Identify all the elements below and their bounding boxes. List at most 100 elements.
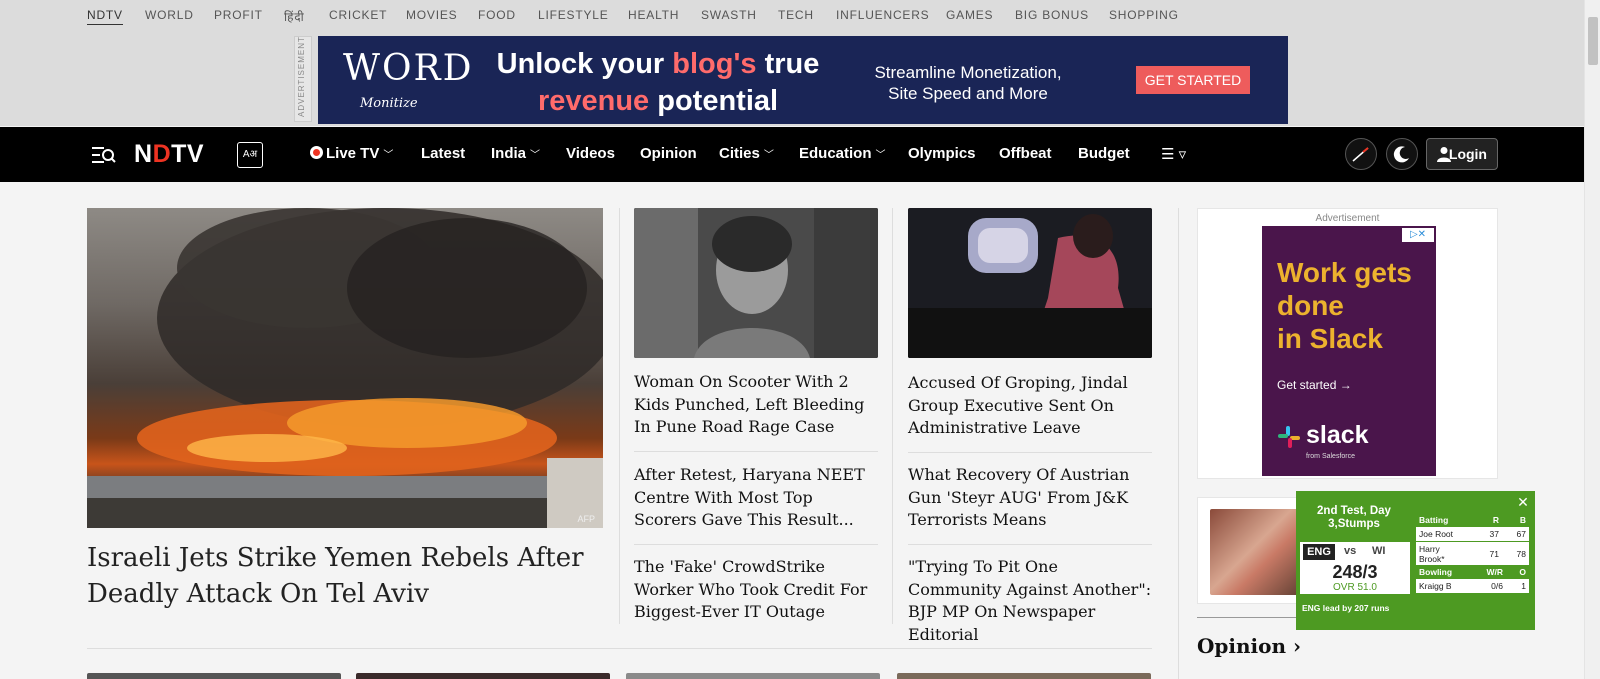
nav-india[interactable]: India ﹀ bbox=[491, 145, 540, 162]
nav-education-label: Education bbox=[799, 145, 872, 162]
story-headline[interactable]: Accused Of Groping, Jindal Group Executi… bbox=[908, 372, 1152, 440]
batting-header: Batting R B bbox=[1416, 515, 1529, 527]
opinion-heading[interactable]: Opinion › bbox=[1197, 634, 1301, 658]
nav-latest[interactable]: Latest bbox=[421, 145, 465, 162]
login-button[interactable]: Login bbox=[1426, 138, 1498, 170]
top-nav-food[interactable]: FOOD bbox=[478, 8, 516, 22]
top-nav-shopping[interactable]: SHOPPING bbox=[1109, 8, 1179, 22]
nav-education[interactable]: Education ﹀ bbox=[799, 145, 886, 162]
story-headline[interactable]: Woman On Scooter With 2 Kids Punched, Le… bbox=[634, 371, 878, 439]
nav-budget[interactable]: Budget bbox=[1078, 145, 1130, 162]
batter-balls: 78 bbox=[1516, 549, 1526, 559]
top-nav-hindi[interactable]: हिंदी bbox=[284, 8, 305, 25]
next-row-thumbnail[interactable] bbox=[626, 673, 880, 679]
top-nav-big-bonus[interactable]: BIG BONUS bbox=[1015, 8, 1089, 22]
story-headline[interactable]: What Recovery Of Austrian Gun 'Steyr AUG… bbox=[908, 464, 1152, 532]
lead-story-image[interactable]: AFP bbox=[87, 208, 603, 528]
story-headline[interactable]: The 'Fake' CrowdStrike Worker Who Took C… bbox=[634, 556, 878, 624]
image-credit: AFP bbox=[577, 514, 595, 524]
story-headline[interactable]: "Trying To Pit One Community Against Ano… bbox=[908, 556, 1152, 646]
top-nav-health[interactable]: HEALTH bbox=[628, 8, 679, 22]
nav-opinion[interactable]: Opinion bbox=[640, 145, 697, 162]
story-divider bbox=[634, 544, 878, 545]
banner-headline-part: potential bbox=[649, 85, 779, 117]
banner-headline-part: true bbox=[756, 48, 820, 80]
story-headline[interactable]: After Retest, Haryana NEET Centre With M… bbox=[634, 464, 878, 532]
batting-row: Harry Brook* 71 78 bbox=[1416, 542, 1529, 565]
story-image[interactable] bbox=[634, 208, 878, 358]
teams-row: ENG vs WI bbox=[1300, 542, 1410, 560]
next-row-thumbnail[interactable] bbox=[356, 673, 610, 679]
lead-story-title[interactable]: Israeli Jets Strike Yemen Rebels After D… bbox=[87, 540, 603, 612]
slack-ad-line: done bbox=[1277, 290, 1344, 321]
next-row-thumbnail[interactable] bbox=[87, 673, 341, 679]
header-cell: W/R bbox=[1486, 567, 1503, 577]
story-divider bbox=[908, 544, 1152, 545]
top-nav-world[interactable]: WORLD bbox=[145, 8, 194, 22]
banner-cta-button[interactable]: GET STARTED bbox=[1136, 66, 1250, 94]
ad-banner[interactable]: WORD Monitize Unlock your blog's true rev… bbox=[318, 36, 1288, 124]
top-nav-tech[interactable]: TECH bbox=[778, 8, 814, 22]
menu-search-icon[interactable] bbox=[92, 145, 116, 165]
story-image[interactable] bbox=[908, 208, 1152, 358]
login-label: Login bbox=[1448, 146, 1487, 162]
scrollbar-thumb[interactable] bbox=[1588, 17, 1598, 65]
slack-ad[interactable]: ▷✕ Work gets done in Slack Get started →… bbox=[1262, 226, 1436, 476]
page-scrollbar[interactable] bbox=[1584, 0, 1600, 679]
nav-offbeat[interactable]: Offbeat bbox=[999, 145, 1052, 162]
ndtv-logo[interactable]: NDTV bbox=[134, 140, 204, 169]
bowling-row: Kraigg B 0/6 1 bbox=[1416, 579, 1529, 593]
cricket-score-widget[interactable]: ✕ 2nd Test, Day 3,Stumps ENG vs WI 248/3… bbox=[1296, 491, 1535, 630]
banner-subline-1: Streamline Monetization, bbox=[874, 63, 1062, 82]
language-toggle-icon[interactable]: Aअ bbox=[237, 142, 263, 168]
section-divider bbox=[87, 648, 1152, 649]
top-nav-movies[interactable]: MOVIES bbox=[406, 8, 457, 22]
slack-from: from Salesforce bbox=[1306, 453, 1356, 460]
banner-headline: Unlock your blog's true revenue potential bbox=[488, 46, 828, 120]
dark-mode-icon[interactable] bbox=[1386, 138, 1418, 170]
chevron-down-icon: ﹀ bbox=[875, 150, 886, 161]
bowler-overs: 1 bbox=[1521, 581, 1526, 591]
top-nav-profit[interactable]: PROFIT bbox=[214, 8, 263, 22]
next-row-thumbnail[interactable] bbox=[897, 673, 1151, 679]
nav-videos[interactable]: Videos bbox=[566, 145, 615, 162]
banner-headline-part: Unlock your bbox=[496, 48, 673, 80]
top-nav-cricket[interactable]: CRICKET bbox=[329, 8, 387, 22]
rail-story-image[interactable] bbox=[1210, 509, 1306, 595]
slack-ad-headline: Work gets done in Slack bbox=[1277, 256, 1412, 355]
nav-cities-label: Cities bbox=[719, 145, 760, 162]
speed-gauge-icon[interactable] bbox=[1345, 138, 1377, 170]
bowler-name: Kraigg B bbox=[1419, 581, 1452, 591]
nav-live-tv[interactable]: Live TV ﹀ bbox=[310, 145, 393, 162]
top-nav-swasth[interactable]: SWASTH bbox=[701, 8, 757, 22]
top-nav: NDTV WORLD PROFIT हिंदी CRICKET MOVIES F… bbox=[0, 0, 1584, 30]
logo-part: N bbox=[134, 140, 153, 168]
adchoices-icon[interactable]: ▷✕ bbox=[1402, 228, 1434, 242]
header-cell: Batting bbox=[1419, 515, 1449, 525]
batter-runs: 37 bbox=[1489, 529, 1499, 539]
slack-ad-line: Work gets bbox=[1277, 257, 1412, 288]
slack-ad-cta[interactable]: Get started → bbox=[1277, 378, 1352, 392]
batter-name: Joe Root bbox=[1419, 529, 1454, 539]
nav-live-tv-label: Live TV bbox=[326, 145, 380, 162]
banner-headline-highlight: blog's bbox=[672, 48, 757, 80]
close-icon[interactable]: ✕ bbox=[1515, 494, 1531, 511]
team-batting: ENG bbox=[1303, 544, 1335, 560]
more-menu-icon[interactable]: ☰ ▿ bbox=[1161, 145, 1186, 163]
story-divider bbox=[908, 452, 1152, 453]
nav-olympics[interactable]: Olympics bbox=[908, 145, 976, 162]
chevron-down-icon: ﹀ bbox=[530, 150, 541, 161]
batter-name: Harry Brook* bbox=[1419, 544, 1445, 564]
top-nav-games[interactable]: GAMES bbox=[946, 8, 993, 22]
nav-cities[interactable]: Cities ﹀ bbox=[719, 145, 774, 162]
top-nav-ndtv[interactable]: NDTV bbox=[87, 8, 123, 25]
ad-side-label-text: ADVERTISEMENT bbox=[297, 36, 306, 117]
vs-label: vs bbox=[1344, 545, 1357, 557]
bowling-header: Bowling W/R O bbox=[1416, 567, 1529, 579]
header-cell: O bbox=[1519, 567, 1526, 577]
rail-ad: Advertisement ▷✕ Work gets done in Slack… bbox=[1197, 208, 1498, 479]
top-nav-lifestyle[interactable]: LIFESTYLE bbox=[538, 8, 609, 22]
scorecard-table: Batting R B Joe Root 37 67 Harry Brook* … bbox=[1416, 515, 1529, 594]
top-nav-influencers[interactable]: INFLUENCERS bbox=[836, 8, 929, 22]
batting-row: Joe Root 37 67 bbox=[1416, 527, 1529, 541]
